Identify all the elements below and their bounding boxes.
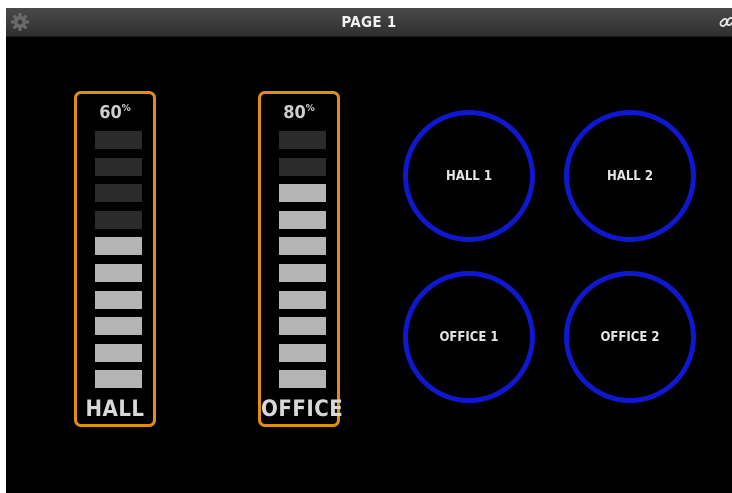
level-meter (95, 131, 142, 397)
hall-1-button[interactable]: HALL 1 (403, 110, 535, 242)
level-segment (279, 237, 326, 256)
office-1-button[interactable]: OFFICE 1 (403, 271, 535, 403)
fader-percent-value: 60 (99, 102, 122, 123)
level-segment (279, 370, 326, 389)
level-segment (279, 263, 326, 282)
link-icon[interactable] (718, 13, 732, 31)
level-segment (95, 131, 142, 149)
level-segment (95, 210, 142, 229)
level-segment (95, 184, 142, 203)
level-segment (279, 290, 326, 309)
level-segment (279, 157, 326, 176)
level-segment (279, 184, 326, 203)
level-segment (95, 290, 142, 309)
fader-hall[interactable]: 60% HALL (74, 91, 156, 427)
page-title: PAGE 1 (341, 13, 397, 31)
level-segment (95, 237, 142, 256)
level-segment (95, 370, 142, 389)
button-label: HALL 1 (446, 168, 492, 184)
level-segment (95, 157, 142, 176)
level-segment (279, 210, 326, 229)
level-segment (279, 343, 326, 362)
level-segment (279, 131, 326, 149)
fader-percent-value: 80 (283, 102, 306, 123)
fader-label: HALL (85, 397, 145, 422)
level-meter (279, 131, 326, 397)
top-bar: PAGE 1 (6, 8, 732, 37)
office-2-button[interactable]: OFFICE 2 (564, 271, 696, 403)
app-frame: PAGE 1 60% HALL 80% OFFICE HALL 1 HALL 2… (6, 8, 732, 493)
level-segment (279, 317, 326, 336)
button-label: HALL 2 (607, 168, 653, 184)
fader-percent-unit: % (121, 103, 131, 114)
button-label: OFFICE 1 (439, 329, 499, 345)
button-label: OFFICE 2 (600, 329, 660, 345)
fader-office[interactable]: 80% OFFICE (258, 91, 344, 427)
level-segment (95, 317, 142, 336)
level-segment (95, 263, 142, 282)
fader-percent: 80% (261, 102, 337, 123)
fader-label: OFFICE (261, 397, 344, 422)
fader-percent-unit: % (305, 103, 315, 114)
hall-2-button[interactable]: HALL 2 (564, 110, 696, 242)
fader-percent: 60% (77, 102, 153, 123)
level-segment (95, 343, 142, 362)
